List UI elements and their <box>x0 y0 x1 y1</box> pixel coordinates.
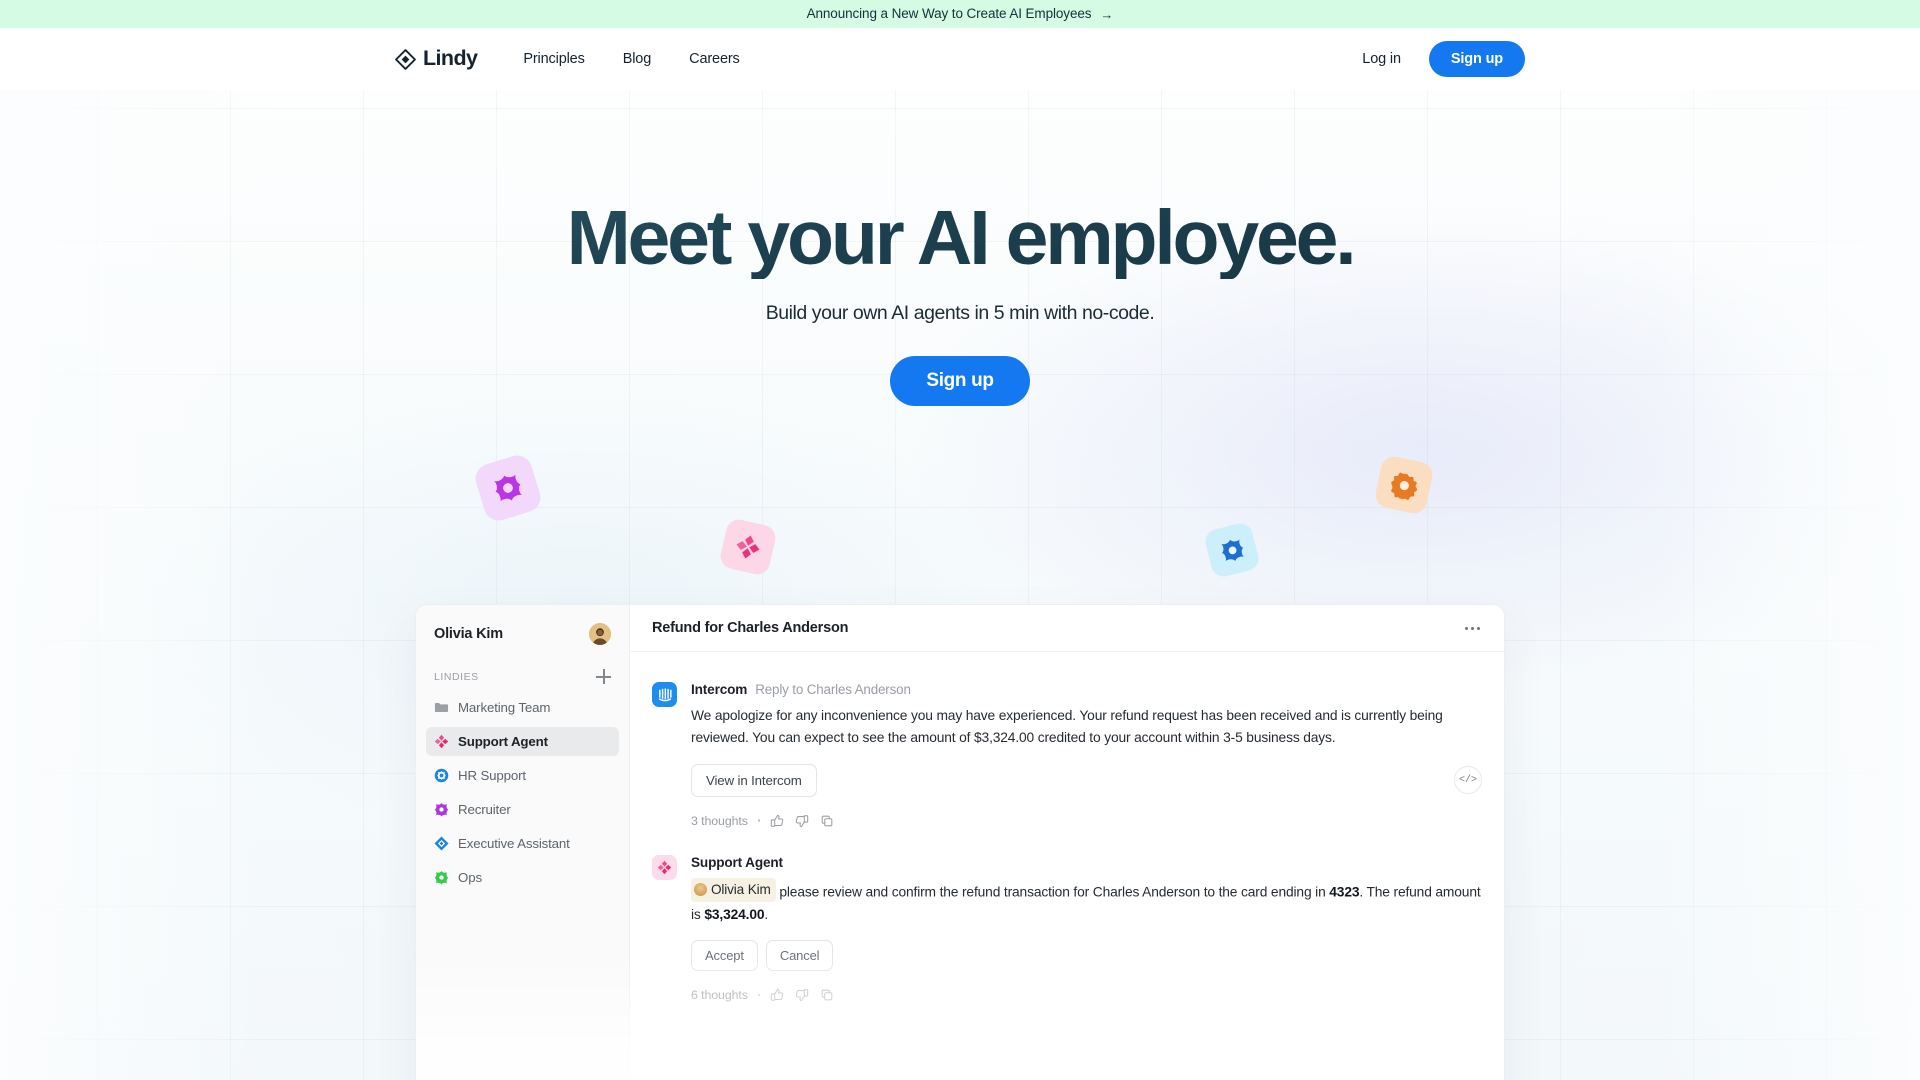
message-header: Support Agent <box>691 855 1482 870</box>
lindy-diamond-logo-icon <box>395 48 416 70</box>
sidebar-item-label: Executive Assistant <box>458 836 570 851</box>
arrow-right-icon: → <box>1100 6 1114 22</box>
app-sidebar: Olivia Kim LINDIES Marketing Team Suppor… <box>416 605 630 1080</box>
announcement-text: Announcing a New Way to Create AI Employ… <box>806 6 1092 22</box>
olivia-kim-avatar[interactable] <box>589 623 611 645</box>
sidebar-item-ops[interactable]: Ops <box>426 863 619 892</box>
chat-message-support-agent: Support Agent Olivia Kim please review a… <box>652 854 1482 1002</box>
blue-circle-flower-icon <box>434 768 449 783</box>
signup-button-nav[interactable]: Sign up <box>1428 41 1525 77</box>
orange-gear-icon <box>1373 454 1435 516</box>
sidebar-item-label: Ops <box>458 870 482 885</box>
app-chat-panel: Refund for Charles Anderson Intercom Rep… <box>630 605 1504 1080</box>
message-footer: 6 thoughts <box>691 988 1482 1002</box>
sidebar-section-header: LINDIES <box>426 669 619 684</box>
message-author: Support Agent <box>691 854 783 870</box>
blue-diamond-icon <box>434 836 449 851</box>
thoughts-count[interactable]: 3 thoughts <box>691 814 748 828</box>
sidebar-user-name: Olivia Kim <box>434 626 503 642</box>
copy-icon[interactable] <box>820 988 834 1002</box>
nav-link-principles[interactable]: Principles <box>523 52 585 67</box>
brand-name: Lindy <box>423 46 478 71</box>
message-actions: View in Intercom </> <box>691 763 1482 797</box>
nav-right-actions: Log in Sign up <box>1362 41 1525 77</box>
purple-pinwheel-icon <box>434 802 449 817</box>
chat-title: Refund for Charles Anderson <box>652 620 849 636</box>
approval-buttons: Accept Cancel <box>691 939 1482 971</box>
sidebar-item-marketing-team[interactable]: Marketing Team <box>426 693 619 722</box>
more-horizontal-icon[interactable] <box>1463 621 1482 636</box>
mention-avatar-icon <box>694 883 707 897</box>
message-header: Intercom Reply to Charles Anderson <box>691 682 1482 697</box>
chat-message-list: Intercom Reply to Charles Anderson We ap… <box>630 652 1504 1080</box>
sidebar-item-label: Marketing Team <box>458 700 551 715</box>
page-title: Meet your AI employee. <box>0 198 1920 279</box>
purple-flower-icon <box>471 451 545 525</box>
cancel-button[interactable]: Cancel <box>765 939 834 971</box>
thoughts-count[interactable]: 6 thoughts <box>691 988 748 1002</box>
nav-link-careers[interactable]: Careers <box>689 52 740 67</box>
user-mention[interactable]: Olivia Kim <box>691 877 776 902</box>
nav-links: Principles Blog Careers <box>523 52 739 67</box>
hero-copy: Meet your AI employee. Build your own AI… <box>0 90 1920 407</box>
separator-dot <box>757 993 761 997</box>
view-in-intercom-button[interactable]: View in Intercom <box>691 763 817 797</box>
folder-icon <box>434 700 449 715</box>
intercom-icon <box>652 682 677 707</box>
sidebar-user-row[interactable]: Olivia Kim <box>426 623 619 645</box>
announcement-banner[interactable]: Announcing a New Way to Create AI Employ… <box>0 0 1920 28</box>
brand-logo-link[interactable]: Lindy <box>395 46 478 71</box>
blue-flower-icon <box>1202 520 1262 580</box>
hero-subtitle: Build your own AI agents in 5 min with n… <box>765 301 1155 324</box>
chat-header: Refund for Charles Anderson <box>630 605 1504 652</box>
add-lindy-button[interactable] <box>596 669 611 684</box>
lindy-landing-page: Announcing a New Way to Create AI Employ… <box>0 0 1920 1080</box>
quad-diamond-icon <box>434 734 449 749</box>
hero-section: Meet your AI employee. Build your own AI… <box>0 90 1920 1080</box>
thumbs-down-icon[interactable] <box>795 814 809 828</box>
product-preview-card: Olivia Kim LINDIES Marketing Team Suppor… <box>415 604 1505 1080</box>
sidebar-item-executive-assistant[interactable]: Executive Assistant <box>426 829 619 858</box>
sidebar-section-label: LINDIES <box>434 670 479 683</box>
message-text-part3: . <box>764 906 769 922</box>
sidebar-item-label: Recruiter <box>458 802 511 817</box>
signup-button-hero[interactable]: Sign up <box>890 356 1030 407</box>
sidebar-item-label: Support Agent <box>458 734 548 749</box>
accept-button[interactable]: Accept <box>691 939 758 971</box>
mention-name: Olivia Kim <box>711 881 771 897</box>
sidebar-item-hr-support[interactable]: HR Support <box>426 761 619 790</box>
message-author: Intercom <box>691 682 748 697</box>
sidebar-item-label: HR Support <box>458 768 526 783</box>
thumbs-up-icon[interactable] <box>770 814 784 828</box>
sidebar-item-recruiter[interactable]: Recruiter <box>426 795 619 824</box>
message-meta: Reply to Charles Anderson <box>755 682 911 697</box>
code-view-icon[interactable]: </> <box>1454 766 1482 795</box>
pink-quad-diamond-icon <box>718 517 778 577</box>
message-text: We apologize for any inconvenience you m… <box>691 708 1443 746</box>
nav-link-blog[interactable]: Blog <box>623 52 652 67</box>
card-digits: 4323 <box>1329 884 1360 900</box>
chat-message-intercom: Intercom Reply to Charles Anderson We ap… <box>652 682 1482 828</box>
separator-dot <box>757 819 761 822</box>
main-navbar: Lindy Principles Blog Careers Log in Sig… <box>0 28 1920 90</box>
green-pinwheel-icon <box>434 870 449 885</box>
quad-diamond-icon <box>652 854 677 880</box>
thumbs-down-icon[interactable] <box>795 988 809 1002</box>
message-text-part1: please review and confirm the refund tra… <box>775 884 1330 900</box>
thumbs-up-icon[interactable] <box>770 988 784 1002</box>
copy-icon[interactable] <box>820 814 834 828</box>
message-footer: 3 thoughts <box>691 814 1482 828</box>
refund-amount: $3,324.00 <box>704 906 765 922</box>
login-link[interactable]: Log in <box>1362 52 1401 67</box>
sidebar-item-support-agent[interactable]: Support Agent <box>426 727 619 756</box>
message-text: Olivia Kim please review and confirm the… <box>691 877 1482 926</box>
